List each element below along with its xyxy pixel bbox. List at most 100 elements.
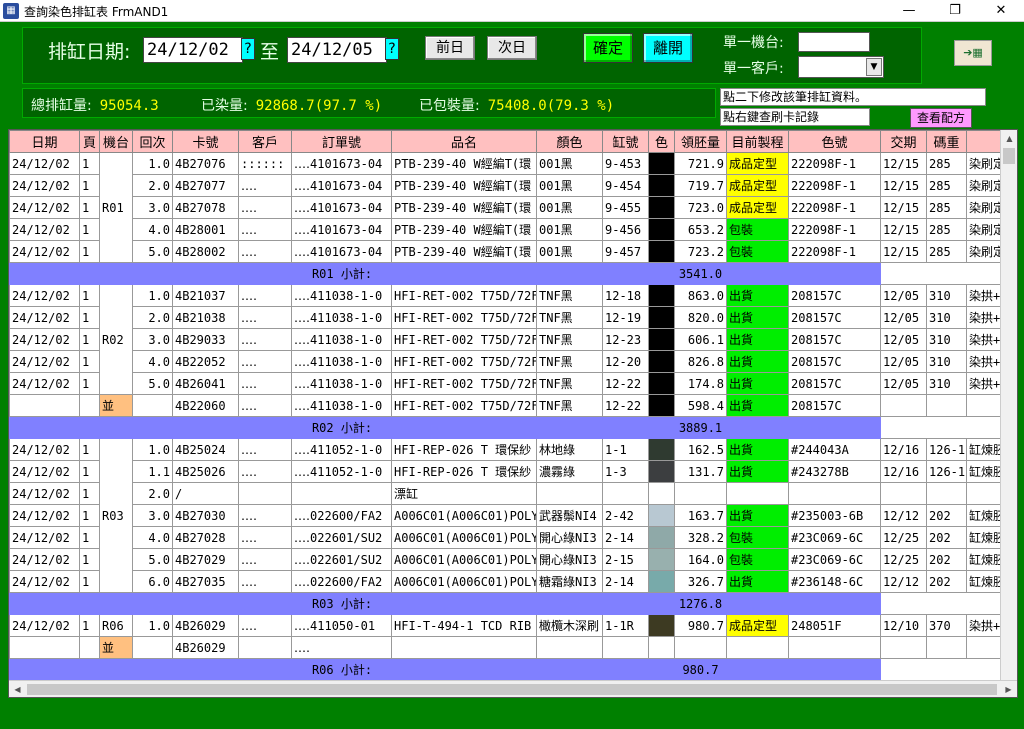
table-row[interactable]: 24/12/02 1 2.0 4B27077 ‥‥ ‥‥4101673-04 PTB-239… [9, 174, 1017, 197]
view-recipe-button[interactable]: 查看配方 [910, 108, 972, 128]
column-header[interactable]: 碼重 [926, 130, 967, 153]
column-header[interactable]: 缸號 [602, 130, 649, 153]
table-row[interactable]: 24/12/02 1 5.0 4B26041 ‥‥ ‥‥411038-1-0 HFI-RET… [9, 372, 1017, 395]
column-header[interactable]: 顏色 [536, 130, 603, 153]
cell-card: 4B22060 [172, 394, 239, 417]
column-header[interactable]: 客戶 [238, 130, 292, 153]
column-header[interactable]: 領胚量 [674, 130, 727, 153]
cell-date: 24/12/02 [9, 548, 80, 571]
table-row[interactable]: 24/12/02 1 5.0 4B27029 ‥‥ ‥‥022601/SU2 A006C01… [9, 548, 1017, 571]
column-header[interactable]: 機台 [99, 130, 133, 153]
cell-color-no: #244043A [788, 438, 881, 461]
cell-customer [238, 636, 292, 659]
minimize-button[interactable]: — [886, 0, 932, 22]
date-to-picker-button[interactable]: ? [385, 38, 399, 60]
excel-export-icon[interactable]: ➔▦ [954, 40, 992, 66]
maximize-button[interactable]: ❐ [932, 0, 978, 22]
cell-round [132, 394, 173, 417]
table-row[interactable]: 24/12/02 1 2.0/ 漂缸 [9, 482, 1017, 505]
confirm-button[interactable]: 確定 [583, 33, 633, 63]
date-from-field[interactable]: 24/12/02 [143, 37, 243, 63]
cell-due: 12/25 [880, 526, 927, 549]
cell-date: 24/12/02 [9, 350, 80, 373]
prev-day-button[interactable]: 前日 [425, 36, 475, 60]
cell-weight: 310 [926, 306, 967, 329]
scroll-left-icon[interactable]: ◀ [9, 681, 26, 697]
vertical-scroll-thumb[interactable] [1003, 148, 1015, 164]
cell-order: ‥‥411038-1-0 [291, 284, 392, 307]
table-row[interactable]: 24/12/02 1 3.0 4B29033 ‥‥ ‥‥411038-1-0 HFI-RET… [9, 328, 1017, 351]
cell-customer: ‥‥ [238, 350, 292, 373]
horizontal-scroll-thumb[interactable] [27, 684, 997, 695]
cell-round: 2.0 [132, 482, 173, 505]
date-from-picker-button[interactable]: ? [241, 38, 255, 60]
column-header[interactable]: 日期 [9, 130, 80, 153]
horizontal-scrollbar[interactable]: ◀ ▶ [9, 680, 1017, 697]
scroll-up-icon[interactable]: ▲ [1001, 130, 1017, 147]
close-button[interactable]: ✕ [978, 0, 1024, 22]
table-row[interactable]: 24/12/02 1 R02 1.0 4B21037 ‥‥ ‥‥411038-1-0 HFI-… [9, 284, 1017, 395]
cell-due: 12/15 [880, 152, 927, 175]
table-row[interactable]: 24/12/02 1 4.0 4B28001 ‥‥ ‥‥4101673-04 PTB-239… [9, 218, 1017, 241]
table-row[interactable]: 24/12/02 1 R06 1.0 4B26029 ‥‥ ‥‥411050-01 HFI-T… [9, 614, 1017, 637]
schedule-grid[interactable]: 日期頁機台回次卡號客戶訂單號品名顏色缸號色領胚量目前製程色號交期碼重加工 24/… [8, 129, 1018, 698]
cell-order: ‥‥411052-1-0 [291, 460, 392, 483]
cell-page: 1 [79, 614, 100, 637]
scroll-right-icon[interactable]: ▶ [1000, 681, 1017, 697]
cell-page: 1 [79, 152, 100, 175]
cell-process [726, 482, 789, 505]
column-header[interactable]: 頁 [79, 130, 100, 153]
vertical-scrollbar[interactable]: ▲ [1000, 130, 1017, 682]
stat-packed-label: 已包裝量: [419, 98, 480, 114]
table-row[interactable]: 並 4B22060 ‥‥ ‥‥411038-1-0 HFI-RET-002 T75D/7… [9, 394, 1017, 417]
cell-batch: 12-18 [602, 284, 649, 307]
column-header[interactable]: 交期 [880, 130, 927, 153]
date-to-field[interactable]: 24/12/05 [287, 37, 387, 63]
cell-date: 24/12/02 [9, 152, 80, 175]
column-header[interactable]: 目前製程 [726, 130, 789, 153]
table-row[interactable]: 24/12/02 1 R01 1.0 4B27076:::::: ‥‥4101673-04… [9, 152, 1017, 263]
cell-date: 24/12/02 [9, 240, 80, 263]
single-machine-field[interactable] [798, 32, 870, 52]
cell-parallel: 並 [99, 394, 133, 417]
subtotal-filler [726, 262, 881, 285]
cell-process: 出貨 [726, 350, 789, 373]
color-swatch [648, 438, 675, 461]
next-day-button[interactable]: 次日 [487, 36, 537, 60]
cell-page: 1 [79, 218, 100, 241]
column-header[interactable]: 訂單號 [291, 130, 392, 153]
single-customer-combo[interactable]: ▼ [798, 56, 884, 78]
cell-product: A006C01(A006C01)POLY [391, 504, 537, 527]
color-swatch [648, 350, 675, 373]
leave-button[interactable]: 離開 [643, 33, 693, 63]
table-row[interactable]: 24/12/02 1 R03 1.0 4B25024 ‥‥ ‥‥411052-1-0 HFI-… [9, 438, 1017, 593]
cell-process: 成品定型 [726, 174, 789, 197]
cell-weight: 285 [926, 196, 967, 219]
cell-qty: 162.5 [674, 438, 727, 461]
table-row[interactable]: 24/12/02 1 3.0 4B27078 ‥‥ ‥‥4101673-04 PTB-239… [9, 196, 1017, 219]
column-header[interactable]: 色號 [788, 130, 881, 153]
table-row[interactable]: 24/12/02 1 4.0 4B27028 ‥‥ ‥‥022601/SU2 A006C01… [9, 526, 1017, 549]
cell-batch: 1-3 [602, 460, 649, 483]
column-header[interactable]: 回次 [132, 130, 173, 153]
table-row[interactable]: 24/12/02 1 5.0 4B28002 ‥‥ ‥‥4101673-04 PTB-239… [9, 240, 1017, 263]
cell-card: 4B27028 [172, 526, 239, 549]
table-row[interactable]: 24/12/02 1 3.0 4B27030 ‥‥ ‥‥022600/FA2 A006C01… [9, 504, 1017, 527]
cell-due: 12/05 [880, 328, 927, 351]
cell-process: 出貨 [726, 284, 789, 307]
column-header[interactable]: 品名 [391, 130, 537, 153]
right-click-hint: 點右鍵查刷卡記錄 [720, 108, 870, 126]
table-row[interactable]: 24/12/02 1 1.1 4B25026 ‥‥ ‥‥411052-1-0 HFI-REP… [9, 460, 1017, 483]
column-header[interactable]: 卡號 [172, 130, 239, 153]
cell-color: 武器鬃NI4 [536, 504, 603, 527]
table-row[interactable]: 並 4B26029 ‥‥ [9, 636, 1017, 659]
column-header[interactable]: 色 [648, 130, 675, 153]
table-row[interactable]: 24/12/02 1 4.0 4B22052 ‥‥ ‥‥411038-1-0 HFI-RET… [9, 350, 1017, 373]
subtotal-row: R02 小計: 3889.1 [9, 416, 1017, 439]
table-row[interactable]: 24/12/02 1 2.0 4B21038 ‥‥ ‥‥411038-1-0 HFI-RET… [9, 306, 1017, 329]
cell-page: 1 [79, 460, 100, 483]
table-row[interactable]: 24/12/02 1 6.0 4B27035 ‥‥ ‥‥022600/FA2 A006C01… [9, 570, 1017, 593]
chevron-down-icon[interactable]: ▼ [866, 58, 882, 76]
cell-round: 3.0 [132, 328, 173, 351]
stat-dyed-label: 已染量: [201, 98, 248, 114]
